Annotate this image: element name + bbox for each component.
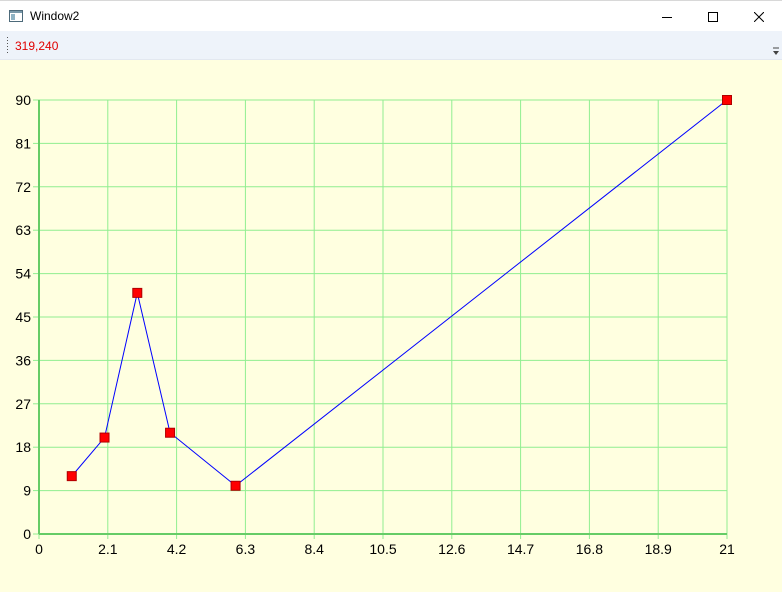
maximize-button[interactable]	[690, 1, 736, 32]
toolbar: 319,240	[0, 31, 782, 60]
toolbar-overflow-icon[interactable]	[772, 47, 780, 57]
x-tick-label: 10.5	[369, 541, 396, 557]
y-tick-label: 45	[15, 309, 31, 325]
minimize-icon	[662, 16, 672, 18]
maximize-icon	[708, 11, 718, 22]
data-point-marker	[66, 471, 77, 482]
app-window-icon	[9, 10, 23, 22]
close-button[interactable]	[736, 1, 782, 32]
x-tick-label: 14.7	[507, 541, 534, 557]
x-tick-label: 4.2	[167, 541, 187, 557]
coordinate-readout: 319,240	[15, 39, 59, 53]
data-point-marker	[132, 287, 143, 298]
y-tick-label: 9	[23, 483, 31, 499]
x-tick-label: 8.4	[304, 541, 324, 557]
y-tick-label: 63	[15, 222, 31, 238]
toolbar-grip-icon[interactable]	[6, 37, 9, 54]
chart-tick-labels: 0 2.1 4.2 6.3 8.4 10.5 12.6 14.7 16.8 18.9 21 0 9 18 2…	[15, 92, 735, 557]
x-tick-label: 12.6	[438, 541, 465, 557]
title-bar: Window2	[0, 0, 782, 31]
chart-grid	[39, 99, 728, 534]
data-point-marker	[165, 427, 176, 438]
x-tick-label: 16.8	[576, 541, 603, 557]
y-tick-label: 81	[15, 135, 31, 151]
close-icon	[754, 11, 764, 22]
y-tick-label: 0	[23, 526, 31, 542]
y-tick-label: 54	[15, 266, 31, 282]
x-tick-label: 6.3	[236, 541, 256, 557]
chart-axes	[33, 99, 728, 539]
y-tick-label: 18	[15, 439, 31, 455]
x-tick-label: 18.9	[645, 541, 672, 557]
data-point-marker	[722, 95, 732, 105]
data-point-marker	[99, 432, 110, 443]
minimize-button[interactable]	[644, 1, 690, 32]
y-tick-label: 36	[15, 352, 31, 368]
chart-series	[66, 95, 732, 491]
x-tick-label: 2.1	[98, 541, 118, 557]
x-tick-label: 21	[719, 541, 735, 557]
y-tick-label: 27	[15, 396, 31, 412]
y-tick-label: 90	[15, 92, 31, 108]
line-chart: 0 2.1 4.2 6.3 8.4 10.5 12.6 14.7 16.8 18.9 21 0 9 18 2…	[15, 92, 735, 557]
data-point-marker	[230, 480, 241, 491]
x-tick-label: 0	[35, 541, 43, 557]
plot-canvas[interactable]: 0 2.1 4.2 6.3 8.4 10.5 12.6 14.7 16.8 18.9 21 0 9 18 2…	[0, 60, 782, 592]
window-title: Window2	[30, 9, 80, 23]
y-tick-label: 72	[15, 179, 31, 195]
